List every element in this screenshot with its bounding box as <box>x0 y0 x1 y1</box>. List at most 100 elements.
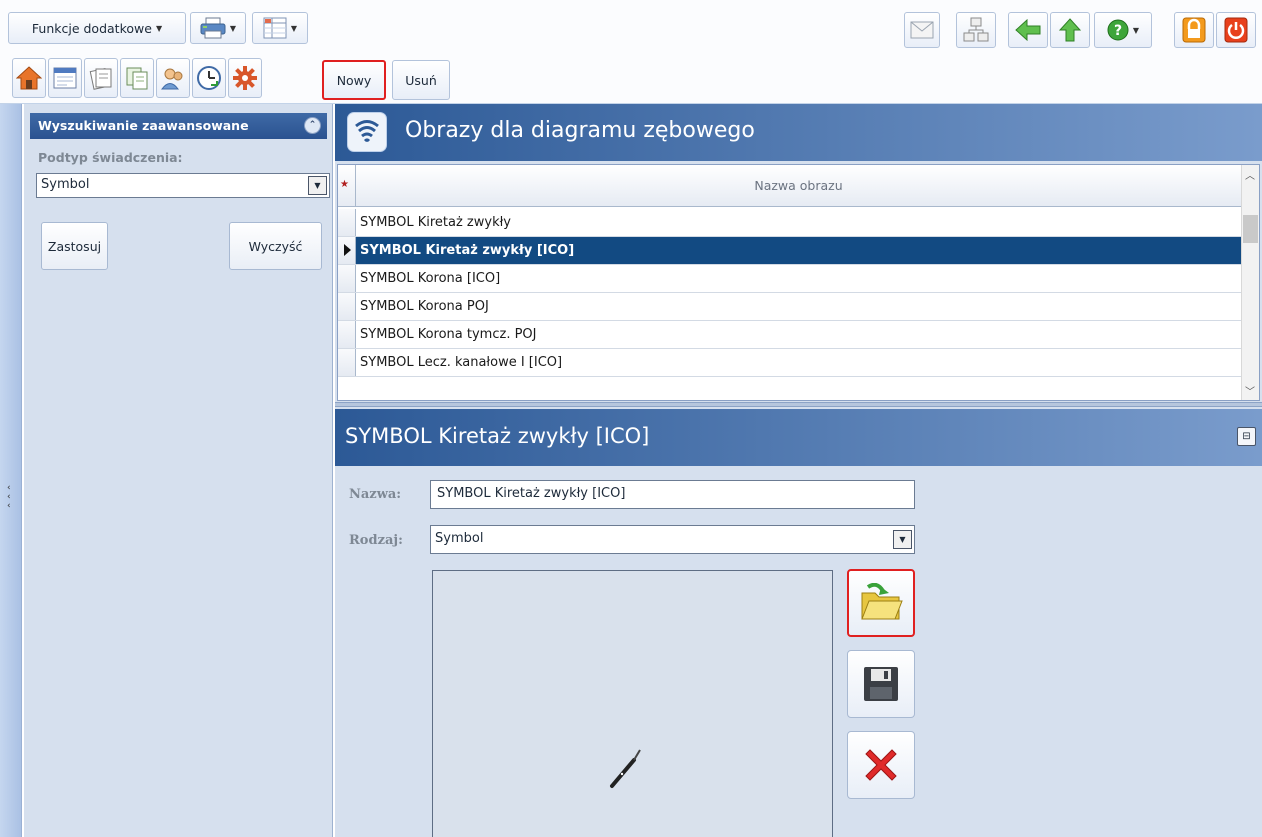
mail-icon <box>910 21 934 39</box>
back-arrow-icon <box>1015 19 1041 41</box>
type-select[interactable]: Symbol ▼ <box>430 525 915 554</box>
calendar-icon <box>52 65 78 91</box>
detail-title: SYMBOL Kiretaż zwykły [ICO] <box>345 424 650 448</box>
chevron-down-icon: ▼ <box>155 23 163 33</box>
advanced-search-panel: Wyszukiwanie zaawansowane ⌃ Podtyp świad… <box>24 104 333 837</box>
back-button[interactable] <box>1008 12 1048 48</box>
extra-functions-label: Funkcje dodatkowe <box>31 20 152 36</box>
advanced-search-header: Wyszukiwanie zaawansowane ⌃ <box>30 113 327 139</box>
mail-button[interactable] <box>904 12 940 48</box>
row-indicator[interactable] <box>338 293 356 320</box>
scroll-up-icon[interactable]: ︿ <box>1245 167 1255 182</box>
row-indicator[interactable] <box>338 209 356 236</box>
apply-button-label: Zastosuj <box>47 238 102 254</box>
power-button[interactable] <box>1216 12 1256 48</box>
images-grid: ★ Nazwa obrazu SYMBOL Kiretaż zwykły SYM… <box>337 164 1260 401</box>
subtype-select[interactable]: Symbol ▼ <box>36 173 330 198</box>
documents-icon <box>88 65 114 91</box>
extra-functions-dropdown[interactable]: Funkcje dodatkowe ▼ <box>8 12 186 44</box>
clear-button[interactable]: Wyczyść <box>229 222 322 270</box>
help-icon: ? <box>1107 19 1129 41</box>
table-row-selected[interactable]: SYMBOL Kiretaż zwykły [ICO] <box>338 237 1241 265</box>
up-button[interactable] <box>1050 12 1090 48</box>
vertical-scrollbar[interactable]: ︿ ﹀ <box>1241 165 1259 400</box>
apply-button[interactable]: Zastosuj <box>41 222 108 270</box>
delete-button-label: Usuń <box>405 72 437 88</box>
main-header: Obrazy dla diagramu zębowego <box>335 104 1262 161</box>
row-indicator[interactable] <box>338 265 356 292</box>
clear-button-label: Wyczyść <box>248 238 303 254</box>
chevron-down-icon: ▼ <box>1132 25 1140 35</box>
gear-icon <box>232 65 258 91</box>
table-cell: SYMBOL Lecz. kanałowe I [ICO] <box>360 355 563 370</box>
users-icon <box>160 65 186 91</box>
image-preview <box>432 570 833 837</box>
page-title: Obrazy dla diagramu zębowego <box>405 118 755 143</box>
new-button[interactable]: Nowy <box>322 60 386 100</box>
subtype-value: Symbol <box>41 177 90 192</box>
subtype-label: Podtyp świadczenia: <box>38 150 183 165</box>
dropdown-arrow-icon[interactable]: ▼ <box>308 176 327 195</box>
table-row[interactable]: SYMBOL Korona [ICO] <box>338 265 1241 293</box>
expand-collapse-icon[interactable]: ⊟ <box>1237 427 1256 446</box>
type-label: Rodzaj: <box>349 533 403 548</box>
help-dropdown[interactable]: ? ▼ <box>1094 12 1152 48</box>
table-cell: SYMBOL Korona [ICO] <box>360 271 501 286</box>
columns-icon <box>263 17 287 39</box>
power-icon <box>1224 17 1248 43</box>
chevron-down-icon: ▼ <box>229 23 237 33</box>
columns-dropdown[interactable]: ▼ <box>252 12 308 44</box>
save-image-button[interactable] <box>847 650 915 718</box>
name-value: SYMBOL Kiretaż zwykły [ICO] <box>437 486 626 501</box>
copy-icon <box>124 65 150 91</box>
row-indicator[interactable] <box>338 237 356 264</box>
print-dropdown[interactable]: ▼ <box>190 12 246 44</box>
column-header-image-name[interactable]: Nazwa obrazu <box>356 178 1241 193</box>
schedule-button[interactable] <box>192 58 226 98</box>
settings-button[interactable] <box>228 58 262 98</box>
collapse-up-icon[interactable]: ⌃ <box>304 117 321 134</box>
delete-button[interactable]: Usuń <box>392 60 450 100</box>
scroll-thumb[interactable] <box>1243 215 1258 243</box>
network-icon <box>963 17 989 43</box>
row-indicator[interactable] <box>338 349 356 376</box>
main-toolbar: Funkcje dodatkowe ▼ ▼ ▼ Nowy Usuń ? ▼ <box>0 0 1262 104</box>
scaler-tool-icon <box>608 746 644 793</box>
type-value: Symbol <box>435 531 484 546</box>
table-row[interactable]: SYMBOL Korona tymcz. POJ <box>338 321 1241 349</box>
name-label: Nazwa: <box>349 487 402 502</box>
panel-splitter[interactable] <box>335 402 1262 407</box>
clock-icon <box>196 65 222 91</box>
new-button-label: Nowy <box>336 72 372 88</box>
remove-image-button[interactable] <box>847 731 915 799</box>
save-icon <box>862 665 900 703</box>
dropdown-arrow-icon[interactable]: ▼ <box>893 530 912 549</box>
table-cell: SYMBOL Korona tymcz. POJ <box>360 327 537 342</box>
printer-icon <box>200 17 226 39</box>
name-field[interactable]: SYMBOL Kiretaż zwykły [ICO] <box>430 480 915 509</box>
open-image-button[interactable] <box>847 569 915 637</box>
documents-button[interactable] <box>84 58 118 98</box>
lock-button[interactable] <box>1174 12 1214 48</box>
collapse-strip[interactable]: ‹ ‹ ‹ <box>0 104 22 837</box>
home-button[interactable] <box>12 58 46 98</box>
copy-button[interactable] <box>120 58 154 98</box>
scroll-down-icon[interactable]: ﹀ <box>1245 383 1255 398</box>
delete-icon <box>862 746 900 784</box>
table-row[interactable]: SYMBOL Kiretaż zwykły <box>338 209 1241 237</box>
users-button[interactable] <box>156 58 190 98</box>
collapse-arrows-icon: ‹ ‹ ‹ <box>7 483 11 511</box>
row-indicator[interactable] <box>338 321 356 348</box>
network-button[interactable] <box>956 12 996 48</box>
house-icon <box>16 65 42 91</box>
new-row-star-icon: ★ <box>340 179 349 190</box>
table-row[interactable]: SYMBOL Lecz. kanałowe I [ICO] <box>338 349 1241 377</box>
main-panel: Obrazy dla diagramu zębowego ★ Nazwa obr… <box>335 104 1262 837</box>
chevron-down-icon: ▼ <box>290 23 298 33</box>
grid-header: ★ Nazwa obrazu <box>338 165 1241 207</box>
open-folder-icon <box>859 583 903 623</box>
advanced-search-title: Wyszukiwanie zaawansowane <box>38 118 249 133</box>
table-cell: SYMBOL Kiretaż zwykły <box>360 215 511 230</box>
calendar-button[interactable] <box>48 58 82 98</box>
table-row[interactable]: SYMBOL Korona POJ <box>338 293 1241 321</box>
